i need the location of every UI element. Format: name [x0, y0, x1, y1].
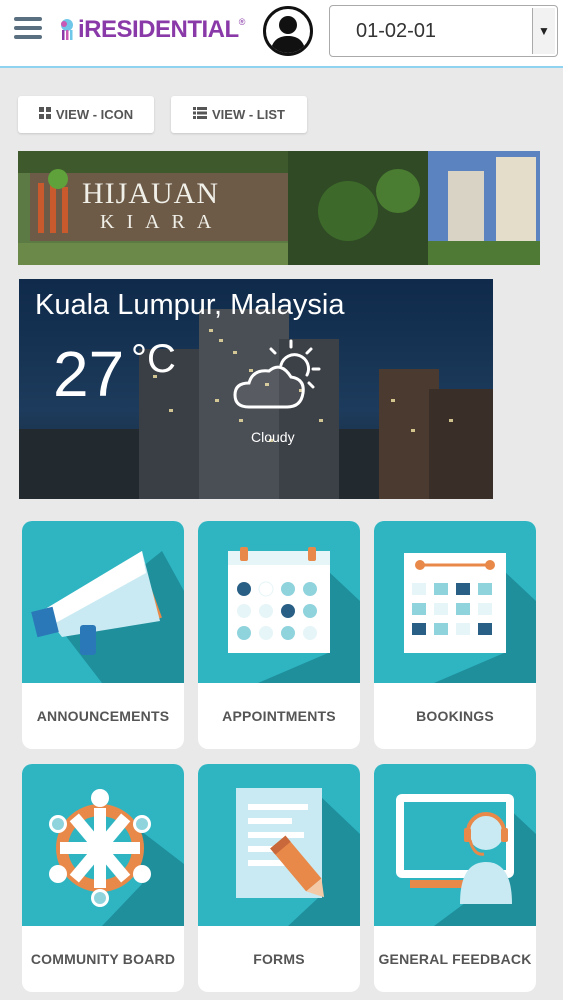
weather-condition: Cloudy: [251, 429, 295, 445]
weather-temperature-unit: °C: [131, 337, 176, 381]
tile-bookings[interactable]: BOOKINGS: [374, 521, 536, 749]
tile-community-board[interactable]: COMMUNITY BOARD: [22, 764, 184, 992]
tile-label: ANNOUNCEMENTS: [36, 708, 170, 724]
banner-subtitle: KIARA: [100, 211, 224, 233]
logo-text: iRESIDENTIAL: [78, 16, 239, 43]
tile-appointments[interactable]: APPOINTMENTS: [198, 521, 360, 749]
weather-location: Kuala Lumpur, Malaysia: [35, 289, 345, 321]
booking-calendar-icon: [404, 553, 536, 683]
community-icon: [49, 789, 184, 926]
tile-label: GENERAL FEEDBACK: [378, 951, 532, 967]
view-list-button[interactable]: VIEW - LIST: [171, 96, 307, 133]
tile-label: BOOKINGS: [416, 708, 494, 724]
form-icon: [236, 788, 360, 926]
logo-icon: [61, 19, 73, 40]
view-icon-button[interactable]: VIEW - ICON: [18, 96, 154, 133]
support-agent-icon: [396, 794, 536, 926]
chevron-down-icon[interactable]: ▼: [532, 8, 555, 54]
tile-label: APPOINTMENTS: [222, 708, 336, 724]
tile-label: COMMUNITY BOARD: [30, 951, 176, 967]
unit-select-value: 01-02-01: [356, 20, 437, 42]
tile-label: FORMS: [253, 951, 305, 967]
calendar-icon: [228, 547, 360, 683]
tile-forms[interactable]: FORMS: [198, 764, 360, 992]
profile-avatar-button[interactable]: [263, 6, 313, 56]
tile-general-feedback[interactable]: GENERAL FEEDBACK: [374, 764, 536, 992]
logo-registered-mark: ®: [238, 17, 246, 27]
unit-select[interactable]: 01-02-01 ▼: [329, 5, 558, 57]
view-icon-label: VIEW - ICON: [55, 107, 134, 122]
view-list-label: VIEW - LIST: [212, 107, 285, 122]
weather-temperature: 27: [53, 338, 125, 410]
app-header: iRESIDENTIAL ® 01-02-01 ▼: [0, 0, 563, 68]
tile-announcements[interactable]: ANNOUNCEMENTS: [22, 521, 184, 749]
megaphone-icon: [31, 551, 184, 683]
user-icon: [270, 16, 306, 53]
banner-title: HIJAUAN: [82, 177, 219, 210]
partly-cloudy-icon: [233, 339, 321, 409]
weather-widget: Kuala Lumpur, Malaysia 27 °C Cloudy: [19, 279, 493, 499]
grid-icon: [38, 107, 51, 122]
property-banner: HIJAUAN KIARA: [18, 151, 540, 265]
app-logo: iRESIDENTIAL ®: [58, 14, 245, 46]
menu-icon[interactable]: [14, 17, 42, 39]
list-icon: [193, 107, 208, 122]
